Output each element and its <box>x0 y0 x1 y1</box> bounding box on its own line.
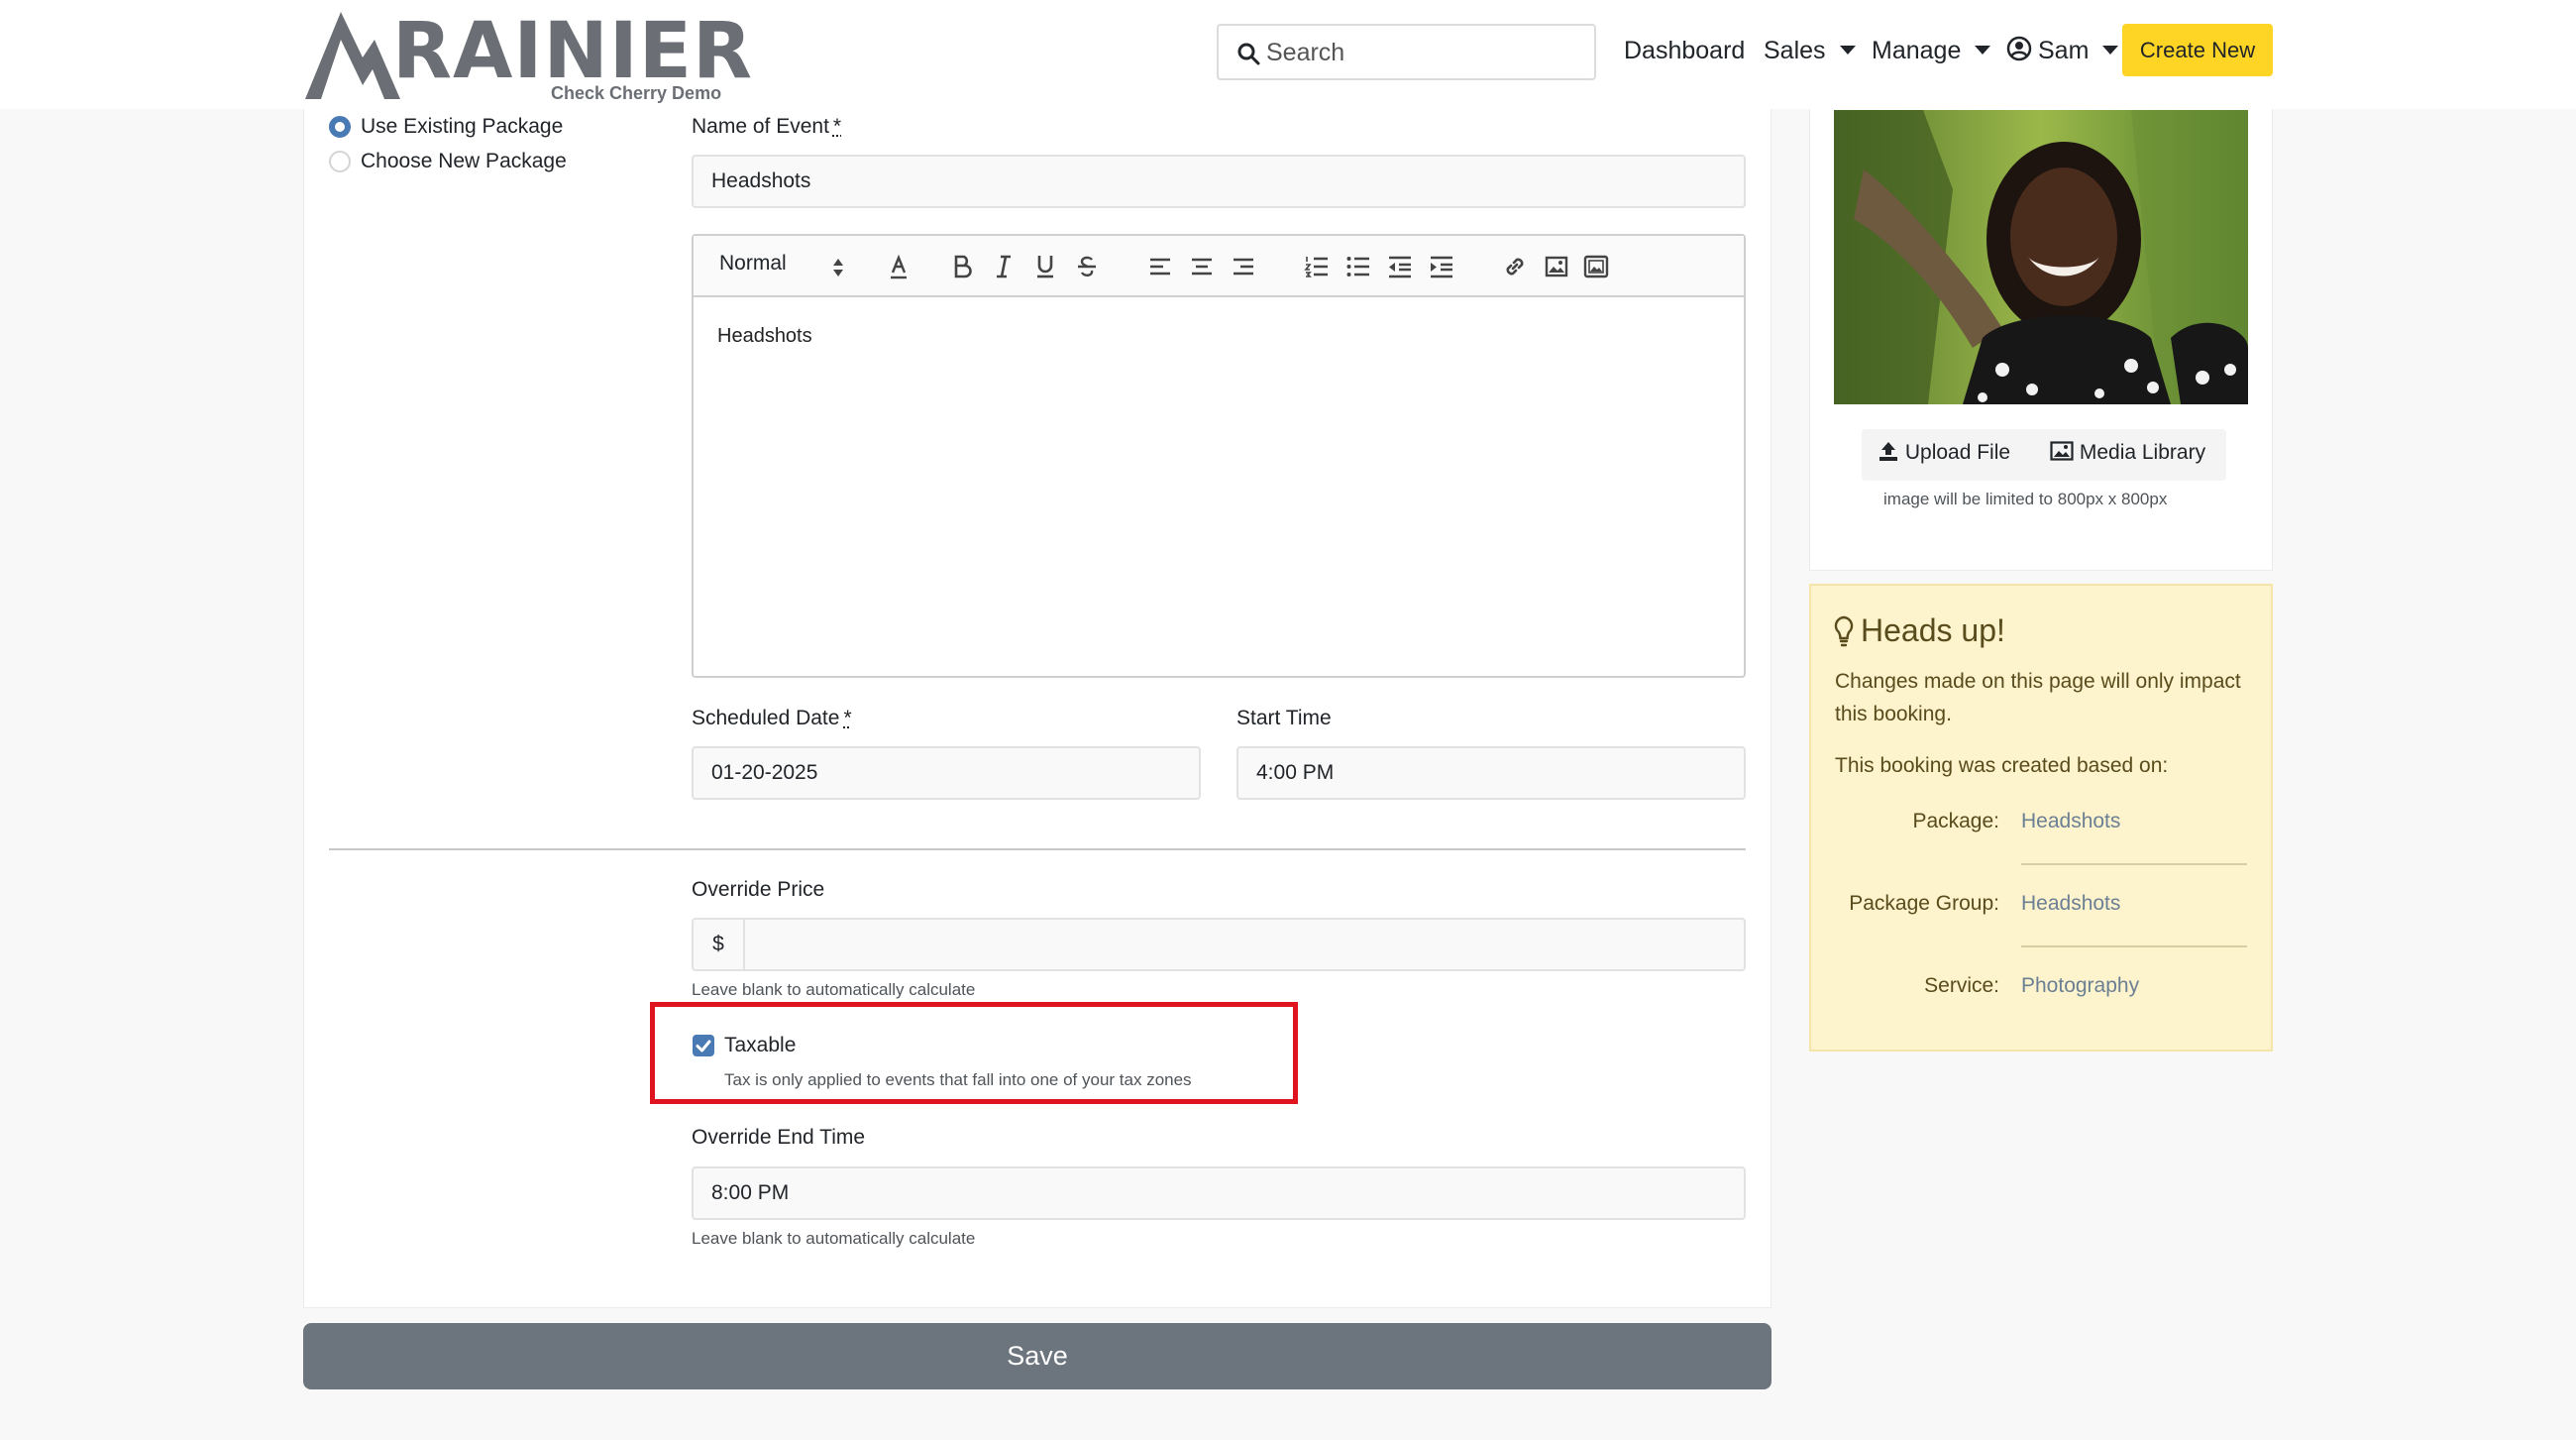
nav-sales-dropdown[interactable]: Sales <box>1764 37 1856 65</box>
bullet-list-icon[interactable] <box>1343 252 1373 281</box>
search-placeholder: Search <box>1266 39 1345 66</box>
override-price-help: Leave blank to automatically calculate <box>692 980 976 999</box>
indent-icon[interactable] <box>1427 252 1456 281</box>
search-input[interactable]: Search <box>1217 24 1596 80</box>
currency-addon: $ <box>694 920 745 969</box>
underline-icon[interactable] <box>1030 252 1060 281</box>
nav-manage-dropdown[interactable]: Manage <box>1872 37 1991 65</box>
scheduled-date-label: Scheduled Date * <box>692 707 852 729</box>
package-row-value: Headshots <box>2021 810 2121 832</box>
heads-up-title: Heads up! <box>1861 612 2005 648</box>
scheduled-date-input[interactable]: 01-20-2025 <box>692 746 1201 800</box>
choose-new-package-radio[interactable] <box>329 151 351 172</box>
video-image-icon[interactable] <box>1581 252 1611 281</box>
create-new-button[interactable]: Create New <box>2122 24 2273 76</box>
ordered-list-icon[interactable] <box>1302 252 1332 281</box>
description-editor: Normal Headshots <box>692 234 1746 678</box>
override-end-time-help: Leave blank to automatically calculate <box>692 1229 976 1248</box>
media-library-label: Media Library <box>2079 441 2206 464</box>
outdent-icon[interactable] <box>1385 252 1415 281</box>
package-row-label: Package: <box>1912 810 1999 832</box>
image-icon <box>2050 441 2074 462</box>
override-end-time-label: Override End Time <box>692 1126 866 1149</box>
row-divider <box>2021 945 2247 947</box>
start-time-label: Start Time <box>1236 707 1332 729</box>
image-limit-note: image will be limited to 800px x 800px <box>1883 490 2168 508</box>
service-row-label: Service: <box>1924 974 1999 997</box>
chevron-down-icon <box>1975 45 1991 55</box>
nav-manage-label: Manage <box>1872 37 1962 64</box>
format-select[interactable]: Normal <box>719 252 858 281</box>
upload-file-label: Upload File <box>1904 441 2011 464</box>
format-select-value: Normal <box>719 252 787 275</box>
heads-up-alert: Heads up! Changes made on this page will… <box>1809 584 2273 1052</box>
align-center-icon[interactable] <box>1187 252 1217 281</box>
media-library-button[interactable]: Media Library <box>2050 441 2205 465</box>
use-existing-package-label[interactable]: Use Existing Package <box>361 115 563 139</box>
upload-icon <box>1879 442 1897 462</box>
logo-text: RAINIER <box>392 7 754 96</box>
image-icon[interactable] <box>1542 252 1571 281</box>
nav-dashboard[interactable]: Dashboard <box>1624 37 1745 65</box>
event-name-value: Headshots <box>711 169 811 192</box>
logo-subtext: Check Cherry Demo <box>551 83 722 103</box>
override-end-time-input[interactable]: 8:00 PM <box>692 1166 1746 1220</box>
choose-new-package-label[interactable]: Choose New Package <box>361 150 567 173</box>
override-price-input[interactable] <box>745 920 1744 969</box>
service-row-value: Photography <box>2021 974 2140 997</box>
bold-icon[interactable] <box>947 252 977 281</box>
media-card: Upload File Media Library image will be … <box>1809 109 2273 571</box>
start-time-input[interactable]: 4:00 PM <box>1236 746 1746 800</box>
nav-sales-label: Sales <box>1764 37 1826 64</box>
text-color-icon[interactable] <box>884 252 913 281</box>
required-marker: * <box>843 707 852 729</box>
event-photo <box>1834 110 2248 404</box>
event-name-input[interactable]: Headshots <box>692 155 1746 208</box>
required-marker: * <box>832 115 842 138</box>
user-circle-icon <box>2006 37 2032 61</box>
override-price-label: Override Price <box>692 878 825 901</box>
checkmark-icon <box>696 1040 711 1052</box>
strikethrough-icon[interactable] <box>1072 252 1102 281</box>
lightbulb-icon <box>1834 615 1854 647</box>
row-divider <box>2021 863 2247 865</box>
chevron-down-icon <box>2102 45 2119 55</box>
editor-content-area[interactable]: Headshots <box>694 297 1744 676</box>
use-existing-package-radio[interactable] <box>329 116 351 138</box>
taxable-checkbox[interactable] <box>693 1035 714 1056</box>
updown-arrows-icon <box>833 259 843 277</box>
top-navbar: RAINIER Check Cherry Demo Search Dashboa… <box>0 0 2576 109</box>
taxable-help: Tax is only applied to events that fall … <box>724 1070 1192 1089</box>
link-icon[interactable] <box>1500 252 1530 281</box>
package-group-row-value: Headshots <box>2021 892 2121 915</box>
search-icon <box>1237 43 1260 65</box>
brand-logo[interactable]: RAINIER Check Cherry Demo <box>301 6 752 105</box>
upload-file-button[interactable]: Upload File <box>1878 441 2010 465</box>
start-time-value: 4:00 PM <box>1256 761 1335 784</box>
override-end-time-value: 8:00 PM <box>711 1181 790 1204</box>
nav-user-label: Sam <box>2038 37 2090 64</box>
align-left-icon[interactable] <box>1145 252 1175 281</box>
editor-content-text: Headshots <box>717 325 812 347</box>
heads-up-based-on: This booking was created based on: <box>1835 754 2169 777</box>
chevron-down-icon <box>1839 45 1856 55</box>
align-right-icon[interactable] <box>1229 252 1258 281</box>
event-name-label: Name of Event * <box>692 115 842 138</box>
taxable-label[interactable]: Taxable <box>724 1034 796 1057</box>
nav-user-dropdown[interactable]: Sam <box>2006 37 2119 65</box>
italic-icon[interactable] <box>989 252 1019 281</box>
section-divider <box>329 848 1746 850</box>
editor-toolbar: Normal <box>694 236 1744 297</box>
package-group-row-label: Package Group: <box>1849 892 1999 915</box>
scheduled-date-value: 01-20-2025 <box>711 761 818 784</box>
save-button[interactable]: Save <box>303 1323 1771 1389</box>
override-price-group: $ <box>692 918 1746 971</box>
media-button-group: Upload File Media Library <box>1862 429 2226 481</box>
heads-up-message: Changes made on this page will only impa… <box>1835 670 2241 725</box>
